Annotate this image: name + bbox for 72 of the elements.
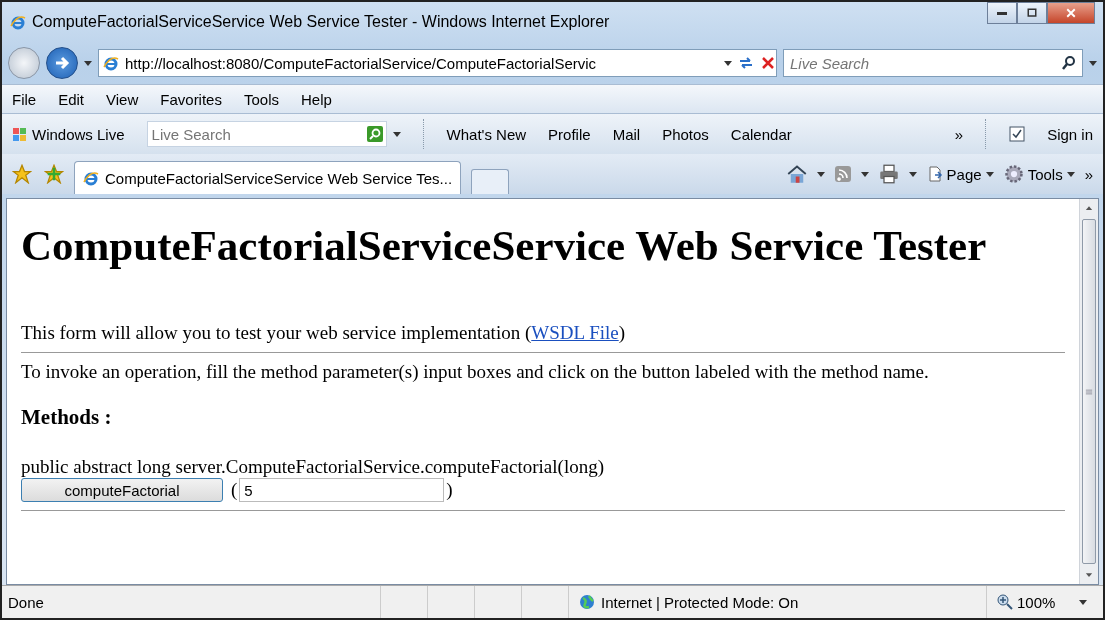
toolbar-link[interactable]: Profile: [548, 125, 591, 143]
windows-flag-icon: [12, 126, 28, 142]
ie-logo-icon: [103, 55, 119, 71]
refresh-icon: [738, 55, 754, 71]
methods-heading: Methods :: [21, 405, 113, 430]
menu-item[interactable]: Edit: [58, 90, 85, 108]
caret-icon[interactable]: [908, 171, 917, 177]
minimize-button[interactable]: [987, 2, 1017, 24]
instructions-text: To invoke an operation, fill the method parameter(s) input boxes and click on the button labeled with the method name.: [21, 361, 930, 383]
close-icon: [1065, 7, 1077, 19]
zoom-icon: [997, 594, 1013, 610]
page-icon: [926, 166, 943, 182]
close-paren: ): [446, 479, 453, 501]
status-text: Done: [8, 593, 45, 611]
method-signature: public abstract long server.ComputeFactorialService.computeFactorial(long): [21, 456, 606, 478]
caret-icon[interactable]: [1089, 60, 1097, 66]
feed-icon: [834, 166, 851, 182]
menu-item[interactable]: Favorites: [160, 90, 222, 108]
caret-icon[interactable]: [84, 60, 92, 66]
caret-icon[interactable]: [816, 171, 825, 177]
gear-icon: [1003, 164, 1024, 184]
menu-item[interactable]: Tools: [243, 90, 279, 108]
close-button[interactable]: [1047, 2, 1095, 24]
menu-item[interactable]: File: [12, 90, 37, 108]
more-chevron[interactable]: »: [1084, 165, 1093, 183]
maximize-icon: [1026, 7, 1038, 19]
toolbar-link[interactable]: Calendar: [730, 125, 792, 143]
toolbar-link[interactable]: Photos: [662, 125, 709, 143]
ie-logo-icon: [10, 14, 26, 30]
brand-link[interactable]: Windows Live: [32, 125, 125, 143]
checkbox-icon: [1009, 126, 1026, 142]
toolbar-link[interactable]: What's New: [446, 125, 527, 143]
security-zone: Internet | Protected Mode: On: [601, 593, 799, 611]
home-icon: [786, 164, 807, 184]
caret-icon[interactable]: [724, 60, 732, 66]
more-chevron[interactable]: »: [954, 125, 964, 143]
zoom-control[interactable]: 100%: [986, 586, 1097, 618]
stop-icon: [760, 55, 776, 71]
page-menu-button[interactable]: Page: [926, 165, 994, 183]
sign-in-link[interactable]: Sign in: [1047, 125, 1093, 143]
live-search-field[interactable]: Live Search: [146, 121, 387, 147]
caret-icon[interactable]: [1079, 599, 1087, 605]
caret-icon[interactable]: [1066, 171, 1075, 177]
toolbar-link[interactable]: Mail: [612, 125, 641, 143]
globe-icon: [579, 594, 595, 610]
printer-icon: [878, 164, 899, 184]
intro-text: This form will allow you to test your web service implementation (WSDL File): [21, 322, 627, 344]
open-paren: (: [231, 479, 238, 501]
caret-icon[interactable]: [392, 131, 401, 137]
compute-factorial-button[interactable]: computeFactorial: [21, 478, 223, 502]
search-field[interactable]: Live Search: [783, 49, 1083, 77]
address-field[interactable]: http://localhost:8080/ComputeFactorialService/ComputeFactorialServic: [98, 49, 777, 77]
star-icon: [12, 164, 32, 184]
arrow-right-icon: [54, 55, 70, 71]
forward-button[interactable]: [46, 47, 78, 79]
add-favorite-icon: [44, 164, 64, 184]
search-icon: [1061, 55, 1077, 71]
minimize-icon: [997, 11, 1007, 15]
maximize-button[interactable]: [1017, 2, 1047, 24]
menu-item[interactable]: Help: [301, 90, 332, 108]
page-heading: ComputeFactorialServiceService Web Service Tester: [21, 221, 988, 270]
grip-icon: [1084, 386, 1094, 397]
caret-icon[interactable]: [860, 171, 869, 177]
scrollbar[interactable]: [1079, 199, 1098, 584]
ie-logo-icon: [83, 170, 99, 186]
caret-icon[interactable]: [985, 171, 994, 177]
parameter-field[interactable]: 5: [239, 478, 445, 502]
wsdl-link[interactable]: WSDL File: [531, 322, 619, 343]
tools-menu-button[interactable]: Tools: [1003, 164, 1075, 184]
menu-item[interactable]: View: [106, 90, 139, 108]
browser-tab[interactable]: ComputeFactorialServiceService Web Service Tes...: [74, 161, 462, 194]
window-title: ComputeFactorialServiceService Web Service Tester - Windows Internet Explorer: [32, 13, 611, 31]
